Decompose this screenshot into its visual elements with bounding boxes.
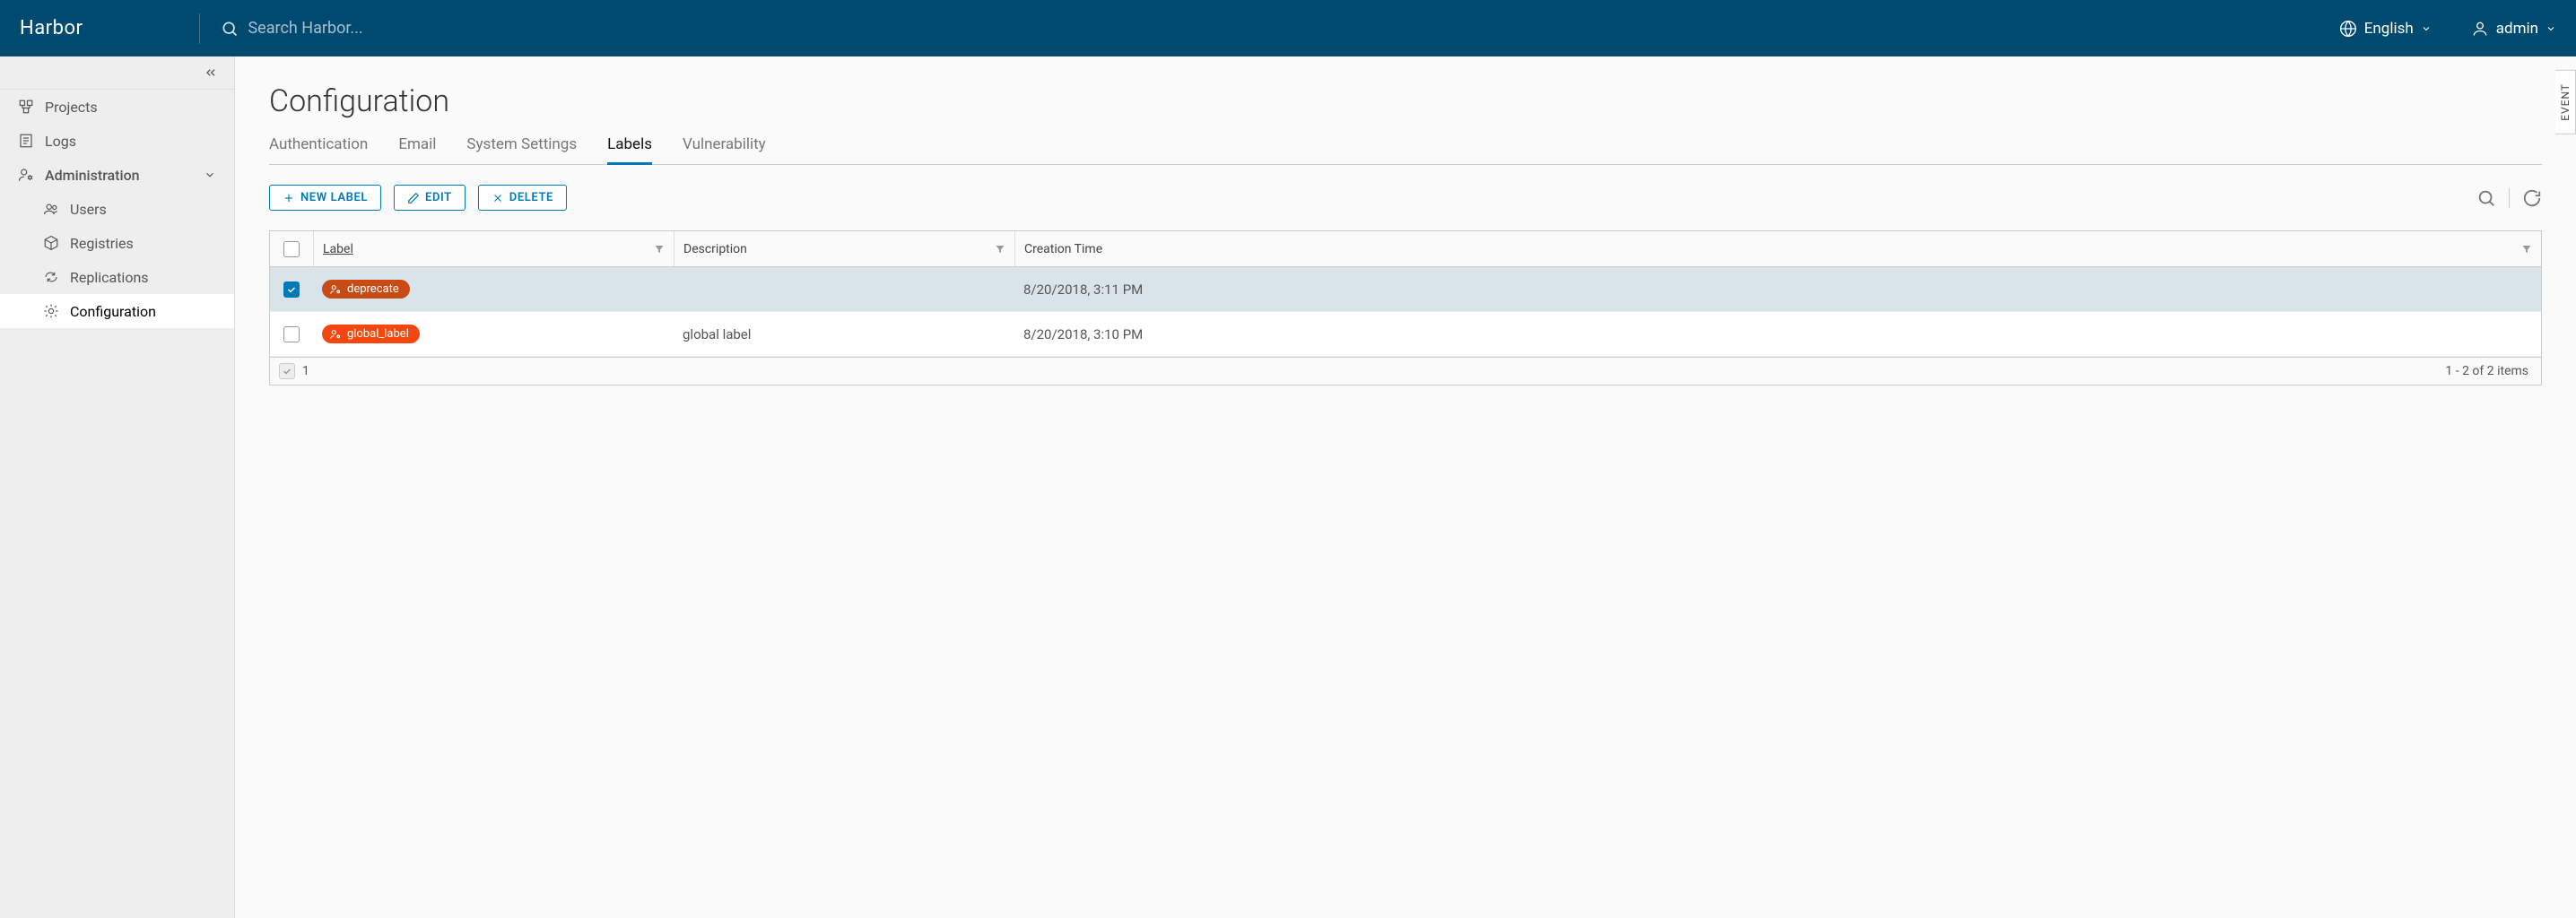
main-content: Configuration Authentication Email Syste… [235,56,2576,918]
sidebar: Projects Logs Administration Users Regis… [0,56,235,918]
plus-icon [283,192,295,204]
sidebar-item-configuration[interactable]: Configuration [0,294,234,328]
chevron-left-double-icon [204,65,218,80]
logs-icon [18,133,34,149]
sidebar-item-label: Projects [45,99,98,116]
toolbar: New Label Edit Delete [269,185,2542,211]
selected-count: 1 [302,364,309,378]
registries-icon [43,235,59,251]
chevron-down-icon [2546,23,2556,34]
language-label: English [2364,20,2414,38]
search-icon[interactable] [2476,188,2496,208]
button-label: New Label [300,191,368,204]
sidebar-item-label: Logs [45,133,76,150]
page-title: Configuration [269,83,2542,119]
user-icon [2471,20,2489,38]
header-right: English admin [2339,20,2556,38]
tab-email[interactable]: Email [398,135,436,165]
search-container [221,19,2338,38]
tab-system-settings[interactable]: System Settings [466,135,577,165]
filter-icon[interactable] [995,244,1005,255]
table-row[interactable]: global_label global label8/20/2018, 3:10 … [270,312,2541,357]
event-side-tab[interactable]: EVENT [2555,70,2576,134]
tab-labels[interactable]: Labels [607,135,652,165]
gear-icon [43,303,59,319]
search-icon [221,20,239,38]
label-admin-icon [329,283,342,296]
sidebar-item-administration[interactable]: Administration [0,158,234,192]
sidebar-item-label: Users [70,201,107,218]
projects-icon [18,99,34,115]
refresh-icon[interactable] [2522,188,2542,208]
column-header-creation-time[interactable]: Creation Time [1014,231,2541,266]
table-footer: 1 1 - 2 of 2 items [270,357,2541,385]
sidebar-item-label: Replications [70,269,149,286]
search-input[interactable] [248,19,2338,38]
chevron-down-icon [204,169,216,181]
tab-vulnerability[interactable]: Vulnerability [683,135,766,165]
edit-button[interactable]: Edit [394,185,466,211]
cell-description: global label [674,312,1014,356]
row-checkbox[interactable] [283,281,300,298]
sidebar-item-registries[interactable]: Registries [0,226,234,260]
chevron-down-icon [2421,23,2432,34]
sidebar-collapse[interactable] [0,56,234,90]
cell-creation-time: 8/20/2018, 3:11 PM [1014,267,2541,311]
select-all-checkbox[interactable] [283,241,300,257]
button-label: Delete [509,191,553,204]
toolbar-separator [2509,188,2510,208]
row-checkbox[interactable] [283,326,300,342]
username-label: admin [2496,20,2538,38]
sidebar-item-label: Configuration [70,303,156,320]
label-admin-icon [329,328,342,341]
column-header-description[interactable]: Description [674,231,1014,266]
sidebar-item-users[interactable]: Users [0,192,234,226]
users-icon [43,201,59,217]
labels-table: Label Description Creation Time deprecat… [269,230,2542,385]
table-row[interactable]: deprecate 8/20/2018, 3:11 PM [270,267,2541,312]
header-divider [199,13,200,44]
close-icon [492,192,504,204]
language-selector[interactable]: English [2339,20,2432,38]
tab-bar: Authentication Email System Settings Lab… [269,135,2542,165]
sidebar-item-label: Administration [45,167,140,184]
cell-creation-time: 8/20/2018, 3:10 PM [1014,312,2541,356]
filter-icon[interactable] [654,244,665,255]
pencil-icon [407,192,420,204]
table-header: Label Description Creation Time [270,231,2541,267]
label-pill: deprecate [322,280,410,299]
cell-description [674,267,1014,311]
new-label-button[interactable]: New Label [269,185,381,211]
column-header-label[interactable]: Label [313,231,674,266]
label-pill: global_label [322,325,420,343]
pagination-range: 1 - 2 of 2 items [2445,364,2528,378]
brand-logo: Harbor [20,17,83,39]
replications-icon [43,269,59,285]
sidebar-item-logs[interactable]: Logs [0,124,234,158]
globe-icon [2339,20,2357,38]
button-label: Edit [425,191,452,204]
sidebar-item-replications[interactable]: Replications [0,260,234,294]
sidebar-item-projects[interactable]: Projects [0,90,234,124]
admin-icon [18,167,34,183]
delete-button[interactable]: Delete [478,185,567,211]
filter-icon[interactable] [2521,244,2532,255]
tab-authentication[interactable]: Authentication [269,135,368,165]
sidebar-item-label: Registries [70,235,134,252]
app-header: Harbor English admin [0,0,2576,56]
footer-selected-indicator [279,363,295,379]
user-menu[interactable]: admin [2471,20,2556,38]
